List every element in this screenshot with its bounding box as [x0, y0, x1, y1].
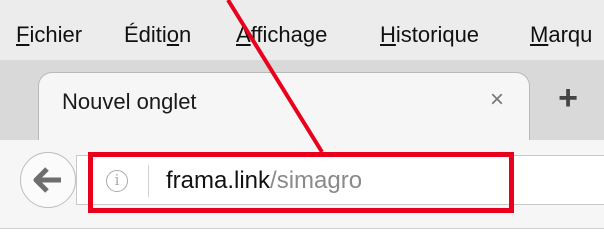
browser-window: Fichier Édition Affichage Historique Mar… — [0, 0, 604, 244]
annotation-arrow — [226, 0, 324, 154]
